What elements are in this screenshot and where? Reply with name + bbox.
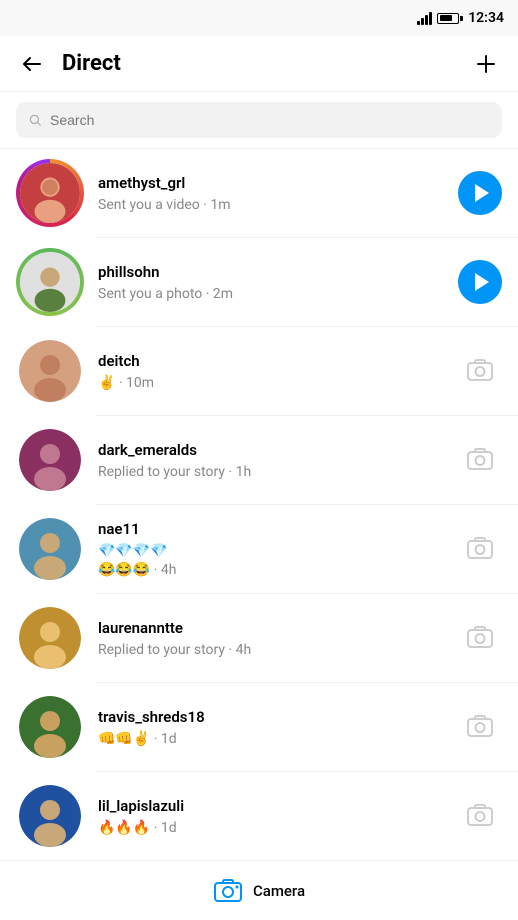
avatar-container [16,426,84,494]
avatar-ring [16,159,84,227]
status-time: 12:34 [468,10,504,26]
add-button[interactable] [470,48,502,80]
camera-action-button[interactable] [458,527,502,571]
avatar-container [16,159,84,227]
list-item[interactable]: dark_emeralds Replied to your story · 1h [0,416,518,504]
back-arrow-icon [20,52,44,76]
message-username: laurenanntte [98,619,458,637]
message-content: nae11 💎💎💎💎 😂😂😂 · 4h [98,520,458,578]
action-area[interactable] [458,349,502,393]
message-content: amethyst_grl Sent you a video · 1m [98,174,458,213]
avatar [19,429,81,491]
action-area[interactable] [458,705,502,749]
search-bar[interactable] [16,102,502,138]
message-content: dark_emeralds Replied to your story · 1h [98,441,458,480]
camera-action-button[interactable] [458,794,502,838]
message-content: deitch ✌️ · 10m [98,352,458,391]
list-item[interactable]: travis_shreds18 👊👊✌️ · 1d [0,683,518,771]
message-preview: Replied to your story · 4h [98,642,251,658]
message-content: phillsohn Sent you a photo · 2m [98,263,458,302]
back-button[interactable] [16,48,48,80]
camera-action-icon [466,535,494,563]
action-area[interactable] [458,438,502,482]
signal-bar-3 [425,15,428,25]
avatar [19,696,81,758]
battery-icon [437,13,463,24]
signal-bar-1 [417,21,420,25]
action-area[interactable] [458,527,502,571]
signal-bar-4 [429,12,432,25]
camera-action-icon [466,357,494,385]
list-item[interactable]: phillsohn Sent you a photo · 2m [0,238,518,326]
avatar [19,518,81,580]
search-icon [28,113,42,127]
messages-list: amethyst_grl Sent you a video · 1m phill… [0,149,518,860]
message-preview: Replied to your story · 1h [98,464,251,480]
signal-bar-2 [421,18,424,25]
message-username: amethyst_grl [98,174,458,192]
status-bar: 12:34 [0,0,518,36]
camera-bottom-icon [213,876,243,906]
avatar [19,785,81,847]
message-username: dark_emeralds [98,441,458,459]
avatar [19,607,81,669]
camera-action-button[interactable] [458,616,502,660]
list-item[interactable]: laurenanntte Replied to your story · 4h [0,594,518,682]
list-item[interactable]: deitch ✌️ · 10m [0,327,518,415]
play-button[interactable] [458,260,502,304]
action-area[interactable] [458,260,502,304]
camera-action-icon [466,624,494,652]
camera-action-button[interactable] [458,705,502,749]
message-preview: 👊👊✌️ · 1d [98,731,177,747]
message-username: travis_shreds18 [98,708,458,726]
avatar-container [16,782,84,850]
message-preview: 💎💎💎💎 😂😂😂 · 4h [98,543,176,578]
signal-icon [417,11,432,25]
avatar-container [16,515,84,583]
avatar-container [16,693,84,761]
avatar-ring [16,248,84,316]
message-username: phillsohn [98,263,458,281]
action-area[interactable] [458,794,502,838]
avatar [19,340,81,402]
avatar-container [16,248,84,316]
list-item[interactable]: lil_lapislazuli 🔥🔥🔥 · 1d [0,772,518,860]
status-icons: 12:34 [417,10,504,26]
avatar-container [16,604,84,672]
search-container [0,92,518,149]
message-content: travis_shreds18 👊👊✌️ · 1d [98,708,458,747]
camera-action-button[interactable] [458,349,502,393]
action-area[interactable] [458,171,502,215]
list-item[interactable]: amethyst_grl Sent you a video · 1m [0,149,518,237]
list-item[interactable]: nae11 💎💎💎💎 😂😂😂 · 4h [0,505,518,593]
message-username: nae11 [98,520,458,538]
bottom-bar[interactable]: Camera [0,860,518,920]
camera-action-icon [466,713,494,741]
message-preview: Sent you a video · 1m [98,197,231,213]
play-button[interactable] [458,171,502,215]
message-username: lil_lapislazuli [98,797,458,815]
camera-action-icon [466,446,494,474]
header: Direct [0,36,518,92]
header-title: Direct [62,51,470,76]
camera-action-button[interactable] [458,438,502,482]
message-preview: Sent you a photo · 2m [98,286,233,302]
message-username: deitch [98,352,458,370]
camera-action-icon [466,802,494,830]
camera-label: Camera [253,882,305,900]
message-content: lil_lapislazuli 🔥🔥🔥 · 1d [98,797,458,836]
action-area[interactable] [458,616,502,660]
message-preview: ✌️ · 10m [98,375,154,391]
message-preview: 🔥🔥🔥 · 1d [98,820,177,836]
plus-icon [474,52,498,76]
message-content: laurenanntte Replied to your story · 4h [98,619,458,658]
avatar-container [16,337,84,405]
search-input[interactable] [50,112,490,128]
